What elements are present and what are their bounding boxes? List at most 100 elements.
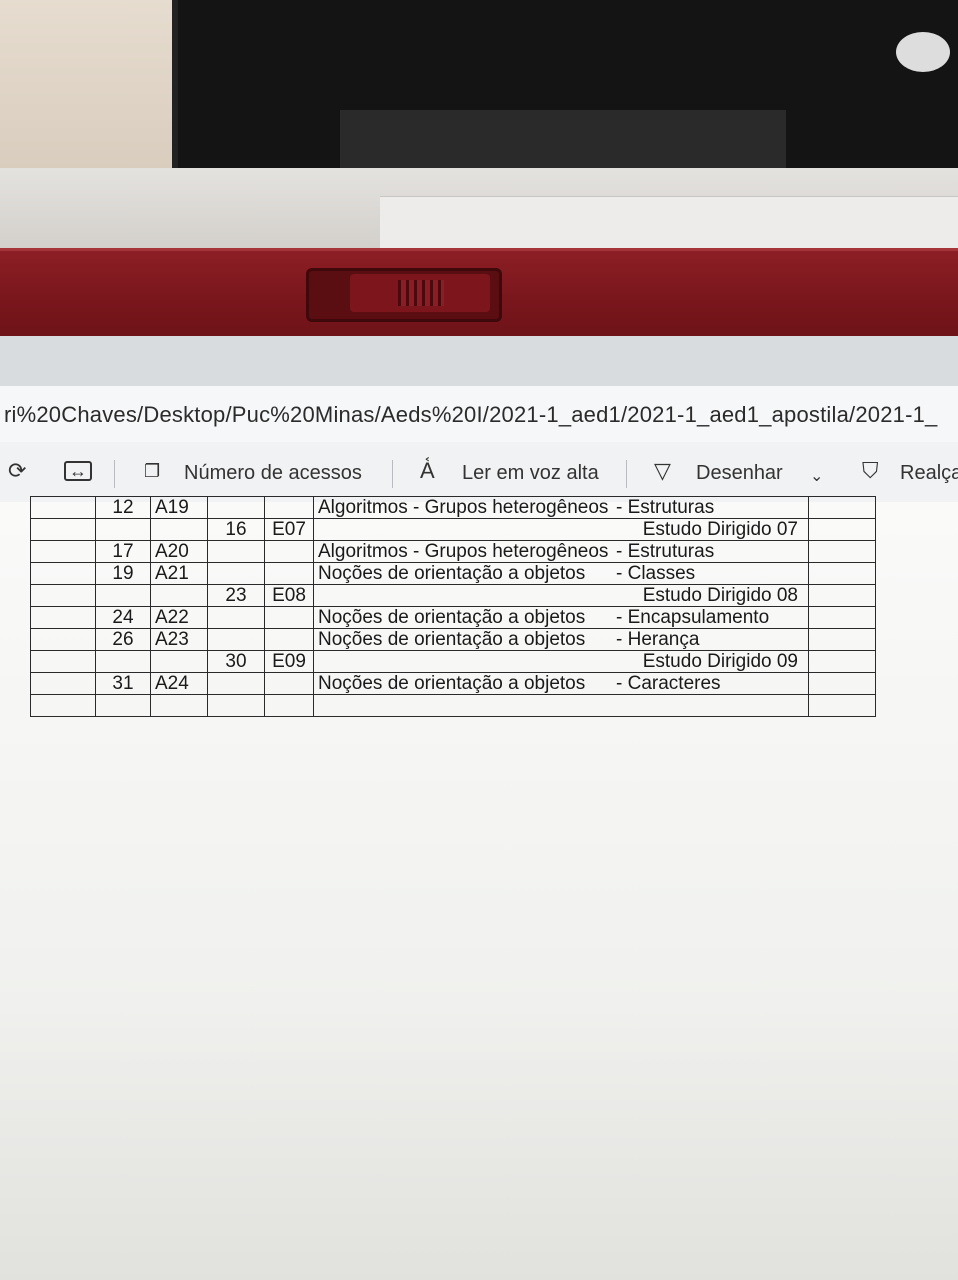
empty-cell: [808, 540, 876, 563]
code-cell: A23: [150, 628, 208, 651]
study-code-cell: E07: [264, 518, 314, 541]
empty-cell: [808, 628, 876, 651]
empty-cell: [808, 650, 876, 673]
topic-cell: Algoritmos - Grupos heterogêneos - Estrut…: [313, 496, 809, 519]
background-papers-stack: [380, 196, 958, 253]
read-aloud-button[interactable]: Ler em voz alta: [462, 462, 599, 485]
study-day-cell: [207, 628, 265, 651]
toolbar-separator: [626, 460, 627, 488]
chevron-down-icon[interactable]: ⌄: [810, 466, 823, 486]
highlight-button[interactable]: Realça: [900, 462, 958, 485]
browser-tab-strip: [0, 336, 958, 386]
empty-cell: [30, 562, 96, 585]
empty-cell: [30, 584, 96, 607]
study-label: Estudo Dirigido 08: [642, 585, 798, 606]
topic-label: Noções de orientação a objetos: [318, 673, 586, 694]
study-code-cell: [264, 562, 314, 585]
empty-cell: [808, 584, 876, 607]
day-cell: 12: [95, 496, 151, 519]
empty-cell: [808, 562, 876, 585]
table-row: 16 E07 Estudo Dirigido 07: [30, 518, 876, 541]
study-code-cell: [264, 606, 314, 629]
table-row: 23 E08 Estudo Dirigido 08: [30, 584, 876, 607]
empty-cell: [808, 672, 876, 695]
address-url[interactable]: ri%20Chaves/Desktop/Puc%20Minas/Aeds%20I…: [4, 402, 938, 428]
day-cell: [95, 584, 151, 607]
study-code-cell: [264, 672, 314, 695]
empty-cell: [30, 496, 96, 519]
study-label: Estudo Dirigido 07: [642, 519, 798, 540]
day-cell: 31: [95, 672, 151, 695]
table-row: 12 A19 Algoritmos - Grupos heterogêneos - E…: [30, 496, 876, 519]
subtopic-label: - Herança: [616, 629, 700, 650]
toolbar-separator: [392, 460, 393, 488]
study-day-cell: 30: [207, 650, 265, 673]
page-view-button[interactable]: Número de acessos: [184, 462, 362, 485]
topic-cell: Noções de orientação a objetos - Encapsul…: [313, 606, 809, 629]
day-cell: 24: [95, 606, 151, 629]
topic-label: Noções de orientação a objetos: [318, 563, 586, 584]
study-day-cell: [207, 672, 265, 695]
study-day-cell: 23: [207, 584, 265, 607]
empty-cell: [808, 606, 876, 629]
day-cell: [95, 694, 151, 717]
schedule-table: 12 A19 Algoritmos - Grupos heterogêneos - E…: [30, 496, 876, 717]
table-row: [30, 694, 876, 717]
day-cell: 17: [95, 540, 151, 563]
empty-cell: [30, 606, 96, 629]
study-code-cell: E08: [264, 584, 314, 607]
empty-cell: [30, 540, 96, 563]
draw-icon[interactable]: ▽: [654, 458, 671, 484]
topic-cell: Algoritmos - Grupos heterogêneos - Estrut…: [313, 540, 809, 563]
topic-label: Noções de orientação a objetos: [318, 629, 586, 650]
background-wall: [0, 0, 180, 180]
monitor-logo-icon: [896, 32, 950, 72]
empty-cell: [808, 518, 876, 541]
fit-width-icon[interactable]: ↔: [64, 461, 92, 481]
subtopic-label: - Encapsulamento: [616, 607, 770, 628]
draw-button[interactable]: Desenhar: [696, 462, 783, 485]
code-cell: A21: [150, 562, 208, 585]
toolbar-separator: [114, 460, 115, 488]
table-row: 30 E09 Estudo Dirigido 09: [30, 650, 876, 673]
highlight-icon[interactable]: ⛉: [862, 458, 879, 484]
read-aloud-icon[interactable]: A᷾: [420, 458, 435, 484]
table-row: 19 A21 Noções de orientação a objetos - Cla…: [30, 562, 876, 585]
empty-cell: [30, 650, 96, 673]
code-cell: [150, 584, 208, 607]
page-view-icon[interactable]: ❐: [144, 461, 160, 482]
code-cell: A24: [150, 672, 208, 695]
empty-cell: [30, 518, 96, 541]
day-cell: 26: [95, 628, 151, 651]
empty-cell: [30, 628, 96, 651]
empty-cell: [808, 496, 876, 519]
day-cell: 19: [95, 562, 151, 585]
code-cell: [150, 650, 208, 673]
study-code-cell: [264, 540, 314, 563]
topic-label: Noções de orientação a objetos: [318, 607, 586, 628]
webcam-grip-icon: [398, 280, 444, 306]
study-day-cell: [207, 606, 265, 629]
code-cell: A19: [150, 496, 208, 519]
day-cell: [95, 650, 151, 673]
rotate-icon[interactable]: ⟳: [8, 458, 26, 484]
topic-cell: Estudo Dirigido 07: [313, 518, 809, 541]
subtopic-label: - Estruturas: [616, 541, 715, 562]
study-day-cell: [207, 562, 265, 585]
code-cell: [150, 518, 208, 541]
table-row: 17 A20 Algoritmos - Grupos heterogêneos - E…: [30, 540, 876, 563]
topic-label: Algoritmos - Grupos heterogêneos: [318, 497, 609, 518]
table-row: 24 A22 Noções de orientação a objetos - Enc…: [30, 606, 876, 629]
topic-cell: Noções de orientação a objetos - Caracter…: [313, 672, 809, 695]
study-code-cell: [264, 694, 314, 717]
code-cell: A22: [150, 606, 208, 629]
study-code-cell: [264, 496, 314, 519]
empty-cell: [808, 694, 876, 717]
topic-cell: Estudo Dirigido 08: [313, 584, 809, 607]
topic-cell: Noções de orientação a objetos - Classes: [313, 562, 809, 585]
day-cell: [95, 518, 151, 541]
table-row: 31 A24 Noções de orientação a objetos - Car…: [30, 672, 876, 695]
topic-cell: Noções de orientação a objetos - Herança: [313, 628, 809, 651]
code-cell: A20: [150, 540, 208, 563]
topic-cell: Estudo Dirigido 09: [313, 650, 809, 673]
